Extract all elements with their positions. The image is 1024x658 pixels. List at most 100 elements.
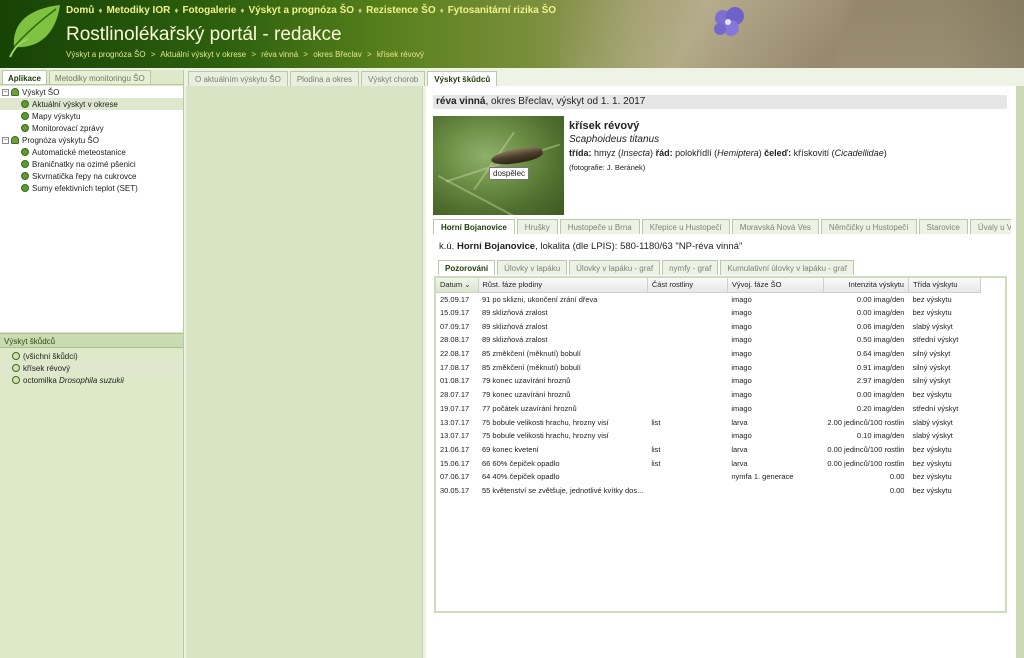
table-row[interactable]: 28.07.17 79 konec uzavírání hroznů imago 0.… (436, 388, 980, 402)
tab-locality[interactable]: Horní Bojanovice (433, 219, 515, 234)
breadcrumb-item[interactable]: Výskyt a prognóza ŠO (66, 50, 146, 59)
table-row[interactable]: 21.06.17 69 konec kvetení list larva 0.00 je… (436, 443, 980, 457)
tab-cumulative-catches-chart[interactable]: Kumulativní úlovky v lapáku - graf (720, 260, 854, 275)
pest-item-scaphoideus[interactable]: křísek révový (0, 362, 183, 374)
table-row[interactable]: 01.08.17 79 konec uzavírání hroznů imago 2.… (436, 374, 980, 388)
cell-intensity: 0.06 imag/den (856, 321, 905, 331)
cell-date: 25.09.17 (440, 294, 470, 304)
column-header-date[interactable]: Datum ⌄ (436, 278, 479, 293)
tree-node-occurrence[interactable]: − Výskyt ŠO (0, 86, 183, 98)
tree-node-forecast[interactable]: − Prognóza výskytu ŠO (0, 134, 183, 146)
pest-item-drosophila[interactable]: octomilka Drosophila suzukii (0, 374, 183, 386)
cell-growth-stage: 85 změkčení (měknutí) bobulí (482, 362, 581, 372)
cell-intensity: 0.00 (889, 485, 905, 495)
tab-nymphs-chart[interactable]: nymfy - graf (662, 260, 719, 275)
tree-node-septoria[interactable]: Braničnatky na ozimé pšenici (0, 158, 183, 170)
tab-crop-district[interactable]: Plodina a okres (289, 71, 359, 86)
leaf-logo-icon[interactable] (6, 3, 64, 61)
column-header-plant-part[interactable]: Část rostliny (647, 278, 728, 293)
cell-intensity: 0.00 imag/den (856, 308, 905, 318)
tree-node-occurrence-maps[interactable]: Mapy výskytu (0, 110, 183, 122)
item-icon (21, 112, 29, 120)
tab-locality[interactable]: Moravská Nová Ves (731, 219, 819, 234)
cell-intensity: 0.00 imag/den (856, 294, 905, 304)
breadcrumb-item[interactable]: okres Břeclav (313, 50, 361, 59)
collapse-icon[interactable]: − (2, 136, 9, 144)
tab-pest-occurrence[interactable]: Výskyt škůdců (427, 71, 498, 86)
cell-date: 07.09.17 (440, 321, 470, 331)
cell-date: 15.09.17 (440, 308, 470, 318)
tab-locality[interactable]: Hrušky (516, 219, 558, 234)
pest-photo[interactable]: dospělec (433, 116, 564, 215)
nav-phytosanitary-risks[interactable]: Fytosanitární rizika ŠO (448, 5, 556, 16)
cell-plant-part (647, 292, 727, 306)
tree-node-cercospora[interactable]: Skvrnatička řepy na cukrovce (0, 170, 183, 182)
tree-node-meteostations[interactable]: Automatické meteostanice (0, 146, 183, 158)
cell-growth-stage: 55 květenství se zvětšuje, jednotlivé kv… (482, 485, 644, 495)
tab-locality[interactable]: Hustopeče u Brna (559, 219, 640, 234)
table-row[interactable]: 15.09.17 89 sklizňová zralost imago 0.00 im… (436, 306, 980, 320)
nav-occurrence-forecast[interactable]: Výskyt a prognóza ŠO (248, 5, 354, 16)
table-row[interactable]: 17.08.17 85 změkčení (měknutí) bobulí imag… (436, 360, 980, 374)
class-label: třída: (569, 148, 592, 158)
pest-item-all[interactable]: (všichni škůdci) (0, 350, 183, 362)
table-row[interactable]: 22.08.17 85 změkčení (měknutí) bobulí imag… (436, 347, 980, 361)
collapse-icon[interactable]: − (2, 88, 9, 96)
table-row[interactable]: 28.08.17 89 sklizňová zralost imago 0.50 im… (436, 333, 980, 347)
cell-pest-stage: larva (731, 444, 748, 454)
tab-disease-occurrence[interactable]: Výskyt chorob (360, 71, 426, 86)
nav-photo-gallery[interactable]: Fotogalerie (182, 5, 236, 16)
nav-resistance[interactable]: Rezistence ŠO (366, 5, 435, 16)
nav-home[interactable]: Domů (66, 5, 94, 16)
table-row[interactable]: 25.09.17 91 po sklizni, ukončení zrání dř… (436, 292, 980, 306)
photo-credit: (fotografie: J. Beránek) (569, 163, 646, 172)
table-row[interactable]: 30.05.17 55 květenství se zvětšuje, jedno… (436, 484, 980, 498)
tab-locality[interactable]: Úvaly u Valtic (969, 219, 1011, 234)
column-header-growth-stage[interactable]: Růst. fáze plodiny (478, 278, 648, 293)
tab-locality[interactable]: Křepice u Hustopečí (641, 219, 730, 234)
order-value: polokřídlí ( (675, 148, 718, 158)
cell-plant-part (647, 306, 727, 320)
pest-latin-name: Scaphoideus titanus (569, 134, 660, 145)
table-row[interactable]: 15.06.17 66 60% čepiček opadlo list larva 0.… (436, 456, 980, 470)
tab-trap-catches[interactable]: Úlovky v lapáku (497, 260, 568, 275)
cell-intensity: 0.50 imag/den (856, 335, 905, 345)
breadcrumb-item[interactable]: réva vinná (261, 50, 298, 59)
item-icon (21, 172, 29, 180)
tab-locality[interactable]: Němčičky u Hustopečí (820, 219, 917, 234)
tree-node-current-occurrence[interactable]: Aktuální výskyt v okrese (0, 98, 183, 110)
pest-label: octomilka (23, 375, 57, 385)
observations-grid: Datum ⌄ Růst. fáze plodiny Část rostliny… (434, 276, 1007, 613)
tab-monitoring-methods[interactable]: Metodiky monitoringu ŠO (48, 70, 151, 84)
cell-pest-stage: imago (731, 403, 752, 413)
cell-class: slabý výskyt (912, 321, 953, 331)
table-row[interactable]: 13.07.17 75 bobule velikosti hrachu, hroz… (436, 415, 980, 429)
table-header-row: Datum ⌄ Růst. fáze plodiny Část rostliny… (436, 278, 981, 293)
tab-observations[interactable]: Pozorování (438, 260, 496, 275)
table-row[interactable]: 07.09.17 89 sklizňová zralost imago 0.06 im… (436, 319, 980, 333)
item-icon (21, 148, 29, 156)
column-header-pest-stage[interactable]: Vývoj. fáze ŠO (727, 278, 824, 293)
column-header-intensity[interactable]: Intenzita výskytu (823, 278, 909, 293)
tree-node-set[interactable]: Sumy efektivních teplot (SET) (0, 182, 183, 194)
application-tree: − Výskyt ŠO Aktuální výskyt v okrese Map… (0, 86, 183, 332)
tab-about-occurrence[interactable]: O aktuálním výskytu ŠO (188, 71, 288, 86)
tab-locality[interactable]: Starovice (918, 219, 968, 234)
tab-trap-catches-chart[interactable]: Úlovky v lapáku - graf (569, 260, 661, 275)
table-row[interactable]: 07.06.17 64 40% čepiček opadlo nymfa 1. ge… (436, 470, 980, 484)
tree-node-monitoring-reports[interactable]: Monitorovací zprávy (0, 122, 183, 134)
cell-class: bez výskytu (912, 458, 952, 468)
order-latin: Hemiptera (717, 148, 759, 158)
cell-growth-stage: 79 konec uzavírání hroznů (482, 376, 571, 386)
column-header-class[interactable]: Třída výskytu (908, 278, 981, 293)
breadcrumb-item[interactable]: Aktuální výskyt v okrese (160, 50, 246, 59)
cell-growth-stage: 75 bobule velikosti hrachu, hrozny visí (482, 417, 609, 427)
tree-label: Prognóza výskytu ŠO (22, 135, 99, 145)
cell-intensity: 0.00 imag/den (856, 390, 905, 400)
location-details: , okres Břeclav, výskyt od 1. 1. 2017 (485, 96, 646, 107)
tab-applications[interactable]: Aplikace (2, 70, 47, 84)
table-row[interactable]: 13.07.17 75 bobule velikosti hrachu, hroz… (436, 429, 980, 443)
table-row[interactable]: 19.07.17 77 počátek uzavírání hroznů imago… (436, 402, 980, 416)
pests-panel-header: Výskyt škůdců (0, 333, 183, 348)
nav-ior-methods[interactable]: Metodiky IOR (106, 5, 170, 16)
